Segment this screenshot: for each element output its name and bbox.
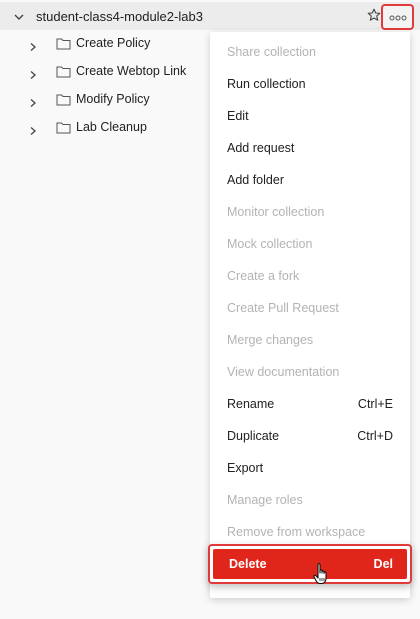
hand-pointer-cursor-icon bbox=[313, 562, 331, 593]
menu-item-manage-roles[interactable]: Manage roles bbox=[210, 484, 410, 516]
folder-label: Create Webtop Link bbox=[76, 64, 187, 78]
chevron-right-icon[interactable] bbox=[28, 123, 38, 141]
menu-item-label: Rename bbox=[227, 397, 275, 411]
chevron-right-icon[interactable] bbox=[28, 95, 38, 113]
menu-item-label: Merge changes bbox=[227, 333, 314, 347]
menu-item-label: Add folder bbox=[227, 173, 284, 187]
menu-item-label: Edit bbox=[227, 109, 249, 123]
folder-icon bbox=[56, 121, 71, 139]
menu-item-label: Create Pull Request bbox=[227, 301, 339, 315]
menu-item-label: Export bbox=[227, 461, 264, 475]
folder-item[interactable]: Lab Cleanup bbox=[0, 114, 210, 142]
menu-item-label: View documentation bbox=[227, 365, 340, 379]
folder-tree: Create Policy Create Webtop Link Modify … bbox=[0, 30, 210, 142]
delete-highlight[interactable]: Delete Del bbox=[213, 549, 407, 579]
menu-item-shortcut: Ctrl+E bbox=[357, 397, 393, 411]
menu-item-mock-collection[interactable]: Mock collection bbox=[210, 228, 410, 260]
more-actions-button[interactable] bbox=[381, 4, 414, 30]
menu-item-create-pull-request[interactable]: Create Pull Request bbox=[210, 292, 410, 324]
folder-icon bbox=[56, 65, 71, 83]
menu-item-view-documentation[interactable]: View documentation bbox=[210, 356, 410, 388]
folder-label: Lab Cleanup bbox=[76, 120, 147, 134]
collection-header[interactable]: student-class4-module2-lab3 bbox=[0, 2, 420, 30]
menu-item-add-request[interactable]: Add request bbox=[210, 132, 410, 164]
menu-item-label: Delete bbox=[229, 557, 267, 571]
menu-item-add-folder[interactable]: Add folder bbox=[210, 164, 410, 196]
menu-item-label: Mock collection bbox=[227, 237, 313, 251]
menu-item-label: Monitor collection bbox=[227, 205, 325, 219]
folder-label: Create Policy bbox=[76, 36, 151, 50]
folder-item[interactable]: Modify Policy bbox=[0, 86, 210, 114]
menu-item-merge-changes[interactable]: Merge changes bbox=[210, 324, 410, 356]
menu-item-label: Remove from workspace bbox=[227, 525, 366, 539]
menu-item-rename[interactable]: Rename Ctrl+E bbox=[210, 388, 410, 420]
menu-item-label: Manage roles bbox=[227, 493, 303, 507]
menu-item-share-collection[interactable]: Share collection bbox=[210, 36, 410, 68]
menu-item-label: Share collection bbox=[227, 45, 316, 59]
menu-item-shortcut: Ctrl+D bbox=[357, 429, 393, 443]
menu-item-monitor-collection[interactable]: Monitor collection bbox=[210, 196, 410, 228]
menu-item-edit[interactable]: Edit bbox=[210, 100, 410, 132]
menu-item-create-fork[interactable]: Create a fork bbox=[210, 260, 410, 292]
menu-item-label: Run collection bbox=[227, 77, 306, 91]
chevron-down-icon[interactable] bbox=[13, 10, 25, 28]
menu-item-export[interactable]: Export bbox=[210, 452, 410, 484]
menu-item-run-collection[interactable]: Run collection bbox=[210, 68, 410, 100]
folder-item[interactable]: Create Webtop Link bbox=[0, 58, 210, 86]
folder-icon bbox=[56, 37, 71, 55]
menu-item-duplicate[interactable]: Duplicate Ctrl+D bbox=[210, 420, 410, 452]
menu-item-delete[interactable]: Delete Del bbox=[208, 544, 412, 584]
context-menu: Share collection Run collection Edit Add… bbox=[210, 32, 410, 598]
menu-item-label: Create a fork bbox=[227, 269, 300, 283]
menu-item-label: Duplicate bbox=[227, 429, 280, 443]
more-horizontal-icon bbox=[389, 15, 407, 21]
chevron-right-icon[interactable] bbox=[28, 67, 38, 85]
menu-item-label: Add request bbox=[227, 141, 295, 155]
folder-icon bbox=[56, 93, 71, 111]
collection-name: student-class4-module2-lab3 bbox=[36, 9, 203, 24]
folder-item[interactable]: Create Policy bbox=[0, 30, 210, 58]
chevron-right-icon[interactable] bbox=[28, 39, 38, 57]
folder-label: Modify Policy bbox=[76, 92, 150, 106]
star-icon[interactable] bbox=[367, 8, 381, 27]
menu-item-shortcut: Del bbox=[373, 557, 393, 571]
